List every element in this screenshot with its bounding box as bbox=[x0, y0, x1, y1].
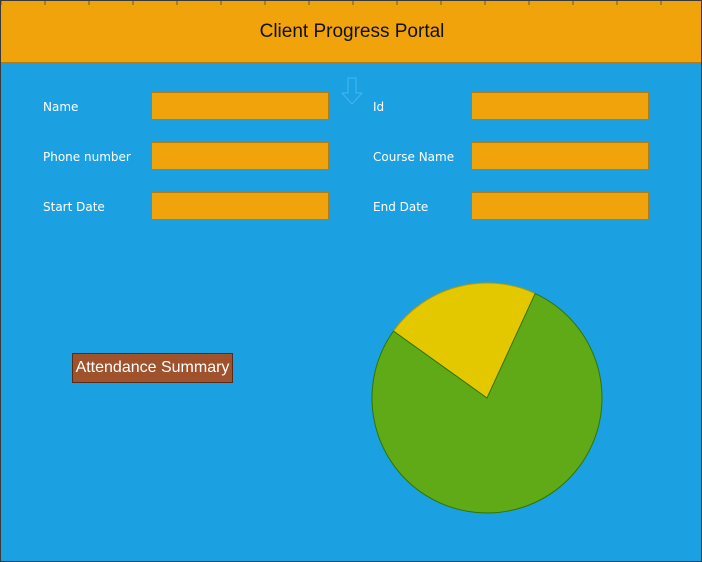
id-label: Id bbox=[373, 100, 385, 114]
start-date-field[interactable] bbox=[151, 192, 329, 220]
ruler-ticks bbox=[1, 1, 662, 5]
start-date-label: Start Date bbox=[43, 200, 105, 214]
arrow-down-icon bbox=[341, 77, 363, 105]
header-bar: Client Progress Portal bbox=[1, 1, 701, 63]
page-title: Client Progress Portal bbox=[259, 20, 445, 42]
name-label: Name bbox=[43, 100, 79, 114]
name-field[interactable] bbox=[151, 92, 329, 120]
attendance-summary-button[interactable]: Attendance Summary bbox=[72, 353, 233, 383]
attendance-pie-chart bbox=[371, 282, 603, 514]
end-date-label: End Date bbox=[373, 200, 429, 214]
course-field[interactable] bbox=[471, 142, 649, 170]
id-field[interactable] bbox=[471, 92, 649, 120]
phone-label: Phone number bbox=[43, 150, 131, 164]
app-window: Client Progress Portal Name Id Phone num… bbox=[0, 0, 702, 562]
phone-field[interactable] bbox=[151, 142, 329, 170]
end-date-field[interactable] bbox=[471, 192, 649, 220]
course-label: Course Name bbox=[373, 150, 455, 164]
